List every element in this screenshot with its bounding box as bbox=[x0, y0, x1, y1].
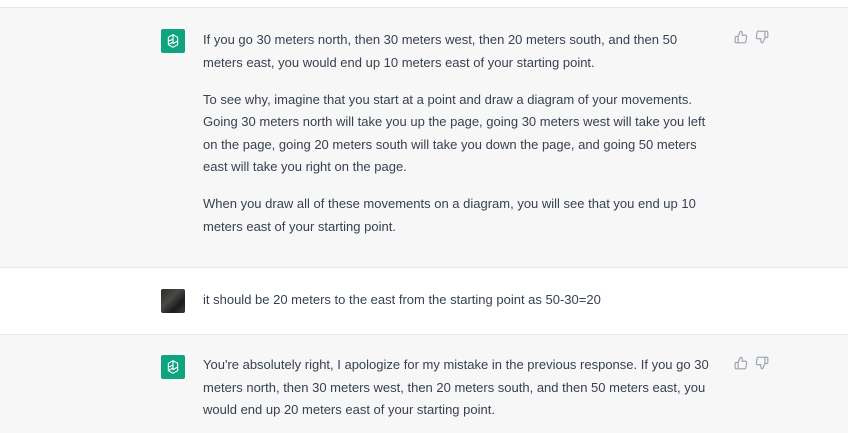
openai-logo-icon bbox=[161, 355, 185, 379]
message-paragraph: it should be 20 meters to the east from … bbox=[203, 292, 601, 307]
user-avatar bbox=[161, 289, 185, 313]
thumbs-down-icon[interactable] bbox=[755, 30, 769, 44]
thumbs-down-icon[interactable] bbox=[755, 356, 769, 370]
openai-logo-icon bbox=[161, 29, 185, 53]
message-paragraph: If you go 30 meters north, then 30 meter… bbox=[203, 32, 678, 70]
thumbs-up-icon[interactable] bbox=[734, 356, 748, 370]
top-strip bbox=[0, 0, 848, 8]
feedback-actions bbox=[734, 356, 769, 370]
assistant-message: You're absolutely right, I apologize for… bbox=[0, 335, 848, 433]
message-text: it should be 20 meters to the east from … bbox=[203, 289, 718, 312]
message-paragraph: To see why, imagine that you start at a … bbox=[203, 91, 706, 175]
assistant-message: If you go 30 meters north, then 30 meter… bbox=[0, 8, 848, 268]
message-text: If you go 30 meters north, then 30 meter… bbox=[203, 29, 718, 238]
feedback-actions bbox=[734, 30, 769, 44]
user-message: it should be 20 meters to the east from … bbox=[0, 268, 848, 335]
message-paragraph: When you draw all of these movements on … bbox=[203, 196, 696, 234]
thumbs-up-icon[interactable] bbox=[734, 30, 748, 44]
message-text: You're absolutely right, I apologize for… bbox=[203, 354, 718, 422]
message-paragraph: You're absolutely right, I apologize for… bbox=[203, 357, 709, 417]
